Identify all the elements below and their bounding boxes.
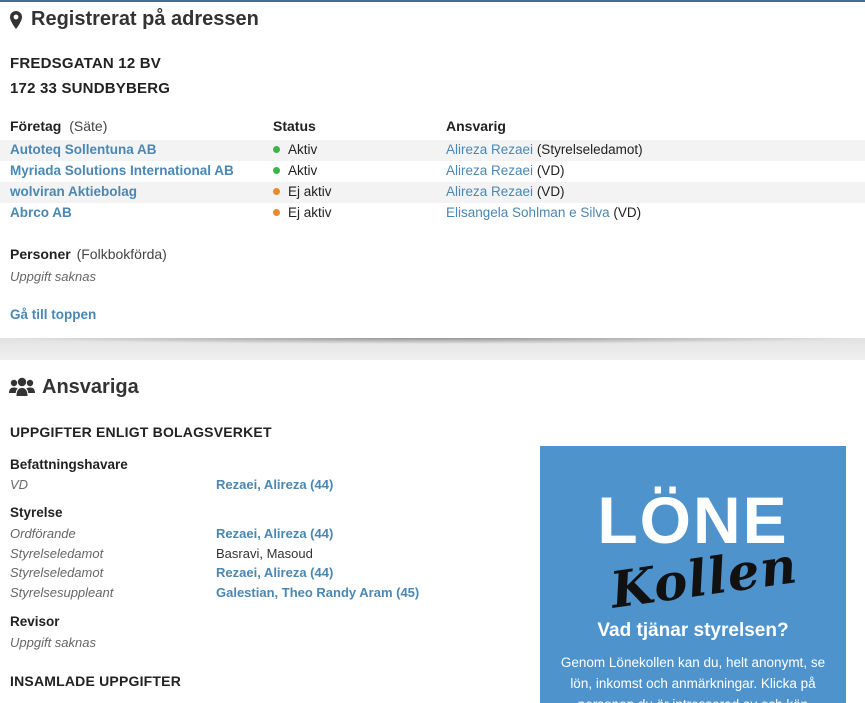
status-text: Ej aktiv [288,184,332,199]
status-cell: Ej aktiv [273,205,332,220]
section-divider [0,338,865,360]
status-text: Ej aktiv [288,205,332,220]
status-text: Aktiv [288,163,318,178]
status-dot-icon [273,209,280,216]
role-label: Styrelseledamot [10,565,104,580]
column-header-company-label: Företag [10,118,62,134]
person-link[interactable]: Rezaei, Alireza (44) [216,526,333,541]
section-title-responsible: Ansvariga [42,376,139,398]
address-postal: 172 33 SUNDBYBERG [10,80,171,97]
person-link[interactable]: Galestian, Theo Randy Aram (45) [216,585,419,600]
status-cell: Aktiv [273,142,317,157]
person-link[interactable]: Alireza Rezaei [446,142,533,157]
status-cell: Aktiv [273,163,317,178]
person-name: Basravi, Masoud [216,546,313,561]
persons-label: Personer [10,246,71,262]
persons-note: (Folkbokförda) [76,246,167,262]
lonekollen-ad[interactable]: LÖNE Kollen Vad tjänar styrelsen? Genom … [540,446,846,703]
back-to-top-link[interactable]: Gå till toppen [10,307,96,322]
address-street: FREDSGATAN 12 BV [10,55,161,72]
person-link[interactable]: Elisangela Sohlman e Silva [446,205,610,220]
group-label-styrelse: Styrelse [10,505,63,520]
responsible-cell: Alireza Rezaei (Styrelseledamot) [446,142,643,157]
subsection-title-collected: INSAMLADE UPPGIFTER [10,673,182,689]
company-link[interactable]: Myriada Solutions International AB [10,163,234,178]
company-link[interactable]: Abrco AB [10,205,72,220]
address-card: Registrerat på adressen FREDSGATAN 12 BV… [0,0,865,338]
responsible-cell: Alireza Rezaei (VD) [446,184,565,199]
column-header-responsible: Ansvarig [446,118,506,134]
responsible-cell: Elisangela Sohlman e Silva (VD) [446,205,641,220]
status-dot-icon [273,167,280,174]
table-row: Myriada Solutions International AB Aktiv… [0,161,865,182]
role-label: Styrelsesuppleant [10,585,114,600]
group-label-revisor: Revisor [10,614,60,629]
column-header-company-note: (Säte) [69,118,108,134]
company-link[interactable]: Autoteq Sollentuna AB [10,142,157,157]
persons-heading: Personer (Folkbokförda) [10,246,167,262]
ad-question: Vad tjänar styrelsen? [597,620,789,641]
role-label: Styrelseledamot [10,546,104,561]
role-label: Ordförande [10,526,76,541]
section-title-address: Registrerat på adressen [31,8,259,30]
responsible-cell: Alireza Rezaei (VD) [446,163,565,178]
persons-value: Uppgift saknas [10,269,96,284]
person-role: (VD) [536,184,565,199]
person-link[interactable]: Alireza Rezaei [446,184,533,199]
column-header-status: Status [273,118,316,134]
status-dot-icon [273,146,280,153]
revisor-value: Uppgift saknas [10,635,96,650]
person-role: (VD) [613,205,642,220]
person-link[interactable]: Rezaei, Alireza (44) [216,565,333,580]
role-label: VD [10,477,29,492]
table-row: Autoteq Sollentuna AB Aktiv Alireza Reza… [0,140,865,161]
ad-body: Genom Lönekollen kan du, helt anonymt, s… [560,655,826,703]
users-icon [9,377,35,396]
status-text: Aktiv [288,142,318,157]
person-role: (VD) [536,163,565,178]
company-link[interactable]: wolviran Aktiebolag [10,184,137,199]
status-cell: Ej aktiv [273,184,332,199]
person-link[interactable]: Rezaei, Alireza (44) [216,477,333,492]
map-marker-icon [10,11,22,29]
subsection-title: UPPGIFTER ENLIGT BOLAGSVERKET [10,424,272,440]
table-row: Abrco AB Ej aktiv Elisangela Sohlman e S… [0,203,865,224]
person-link[interactable]: Alireza Rezaei [446,163,533,178]
ad-logo-top: LÖNE [597,483,789,557]
column-header-company: Företag (Säte) [10,118,107,134]
person-role: (Styrelseledamot) [536,142,643,157]
table-row: wolviran Aktiebolag Ej aktiv Alireza Rez… [0,182,865,203]
status-dot-icon [273,188,280,195]
group-label-befattning: Befattningshavare [10,457,128,472]
